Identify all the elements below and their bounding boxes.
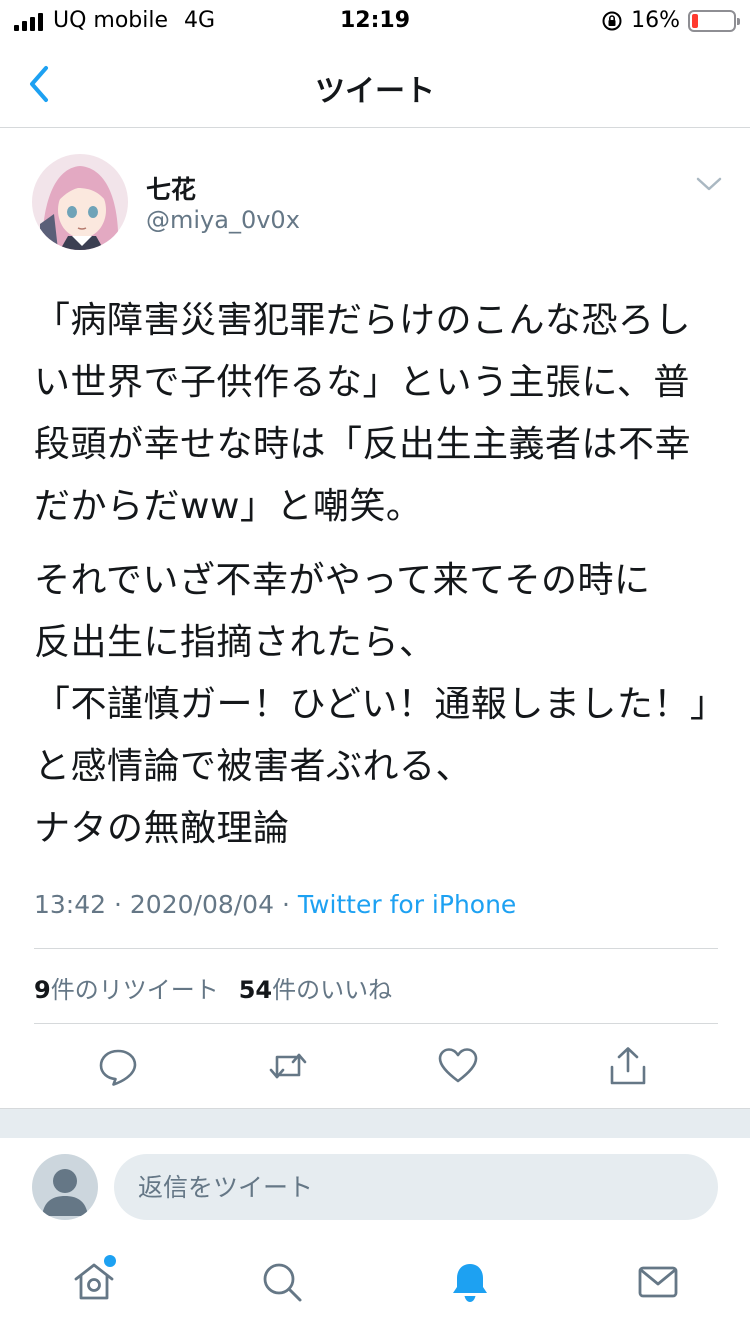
bell-icon <box>453 1264 487 1302</box>
tweet-paragraph: 「病障害災害犯罪だらけのこんな恐ろしい世界で子供作るな」という主張に、普段頭が幸… <box>34 300 692 527</box>
like-count: 54 <box>238 976 273 1004</box>
meta-separator: · <box>114 890 122 919</box>
status-bar: UQ mobile 4G 12:19 16% <box>0 0 750 42</box>
divider <box>34 948 718 949</box>
avatar-image <box>32 154 128 250</box>
meta-separator: · <box>281 890 290 919</box>
tab-search[interactable] <box>260 1260 304 1304</box>
like-count-link[interactable]: 54件のいいね <box>239 976 392 1004</box>
home-notification-dot <box>104 1255 116 1267</box>
page-title: ツイート <box>315 74 435 109</box>
like-label: 件のいいね <box>272 976 393 1004</box>
share-icon <box>610 1047 646 1085</box>
orientation-lock-icon <box>602 11 622 30</box>
section-separator <box>0 1108 750 1138</box>
battery-percent: 16% <box>631 8 680 33</box>
user-name[interactable]: 七花 <box>146 170 196 206</box>
tab-bar <box>0 1234 750 1334</box>
chevron-down-icon <box>696 177 722 191</box>
like-button[interactable] <box>436 1044 480 1088</box>
tweet-paragraph: それでいざ不幸がやって来てその時に 反出生に指摘されたら、 「不謹慎ガー！ひどい… <box>34 560 709 849</box>
share-button[interactable] <box>606 1044 650 1088</box>
status-right: 16% <box>601 8 740 33</box>
my-avatar[interactable] <box>32 1154 98 1220</box>
more-options-button[interactable] <box>694 172 724 196</box>
retweet-icon <box>269 1053 307 1079</box>
divider <box>34 1023 718 1024</box>
reply-input[interactable] <box>114 1154 718 1220</box>
retweet-count: 9 <box>34 976 51 1004</box>
retweet-button[interactable] <box>266 1044 310 1088</box>
avatar[interactable] <box>32 154 128 250</box>
tweet-meta: 13:42 · 2020/08/04 · Twitter for iPhone <box>34 890 516 919</box>
reply-bar <box>0 1138 750 1234</box>
search-icon <box>263 1263 302 1302</box>
reply-button[interactable] <box>96 1044 140 1088</box>
tweet-date: 2020/08/04 <box>129 890 274 919</box>
tweet-stats: 9件のリツイート 54件のいいね <box>34 970 392 1005</box>
mail-icon <box>638 1266 678 1298</box>
heart-icon <box>438 1048 478 1083</box>
tweet-source-link[interactable]: Twitter for iPhone <box>298 890 516 919</box>
tab-notifications[interactable] <box>448 1260 492 1304</box>
retweet-label: 件のリツイート <box>50 976 219 1004</box>
default-avatar-icon <box>42 1169 88 1216</box>
nav-bar: ツイート <box>0 42 750 128</box>
tweet-time: 13:42 <box>34 890 107 919</box>
user-handle[interactable]: @miya_0v0x <box>146 206 300 234</box>
tweet-text: 「病障害災害犯罪だらけのこんな恐ろしい世界で子供作るな」という主張に、普段頭が幸… <box>34 290 724 860</box>
tab-messages[interactable] <box>636 1260 680 1304</box>
battery-level <box>692 13 699 28</box>
battery-icon <box>688 9 740 32</box>
retweet-count-link[interactable]: 9件のリツイート <box>34 976 219 1004</box>
comment-icon <box>99 1049 137 1086</box>
